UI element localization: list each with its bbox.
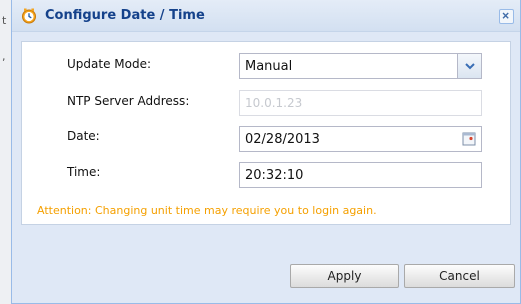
update-mode-label: Update Mode: [67,57,152,71]
ntp-server-input[interactable]: 10.0.1.23 [239,90,482,116]
attention-message: Attention: Changing unit time may requir… [37,204,377,217]
configure-date-time-dialog: Configure Date / Time Update Mode: Manua… [11,0,521,304]
date-input[interactable]: 02/28/2013 [239,126,482,152]
ntp-server-value: 10.0.1.23 [245,96,303,110]
background-text-fragment: , [2,50,6,63]
apply-button[interactable]: Apply [290,264,399,288]
clock-icon [22,8,36,24]
dialog-titlebar[interactable]: Configure Date / Time [12,0,520,32]
date-label: Date: [67,129,100,143]
update-mode-value: Manual [245,59,293,74]
dialog-title: Configure Date / Time [45,8,205,23]
time-input[interactable]: 20:32:10 [239,162,482,188]
calendar-icon [462,132,476,146]
cancel-button[interactable]: Cancel [404,264,515,288]
form-panel: Update Mode: Manual NTP Server Address: … [21,41,511,225]
background-text-fragment: t [2,14,7,27]
date-value: 02/28/2013 [245,132,320,147]
date-picker-trigger[interactable] [457,127,481,151]
close-icon [502,12,509,19]
close-button[interactable] [499,9,514,24]
chevron-down-icon [465,63,475,70]
time-label: Time: [67,165,101,179]
update-mode-select[interactable]: Manual [239,53,482,79]
update-mode-dropdown-trigger[interactable] [457,54,481,78]
time-value: 20:32:10 [245,168,304,183]
ntp-server-label: NTP Server Address: [67,94,190,108]
